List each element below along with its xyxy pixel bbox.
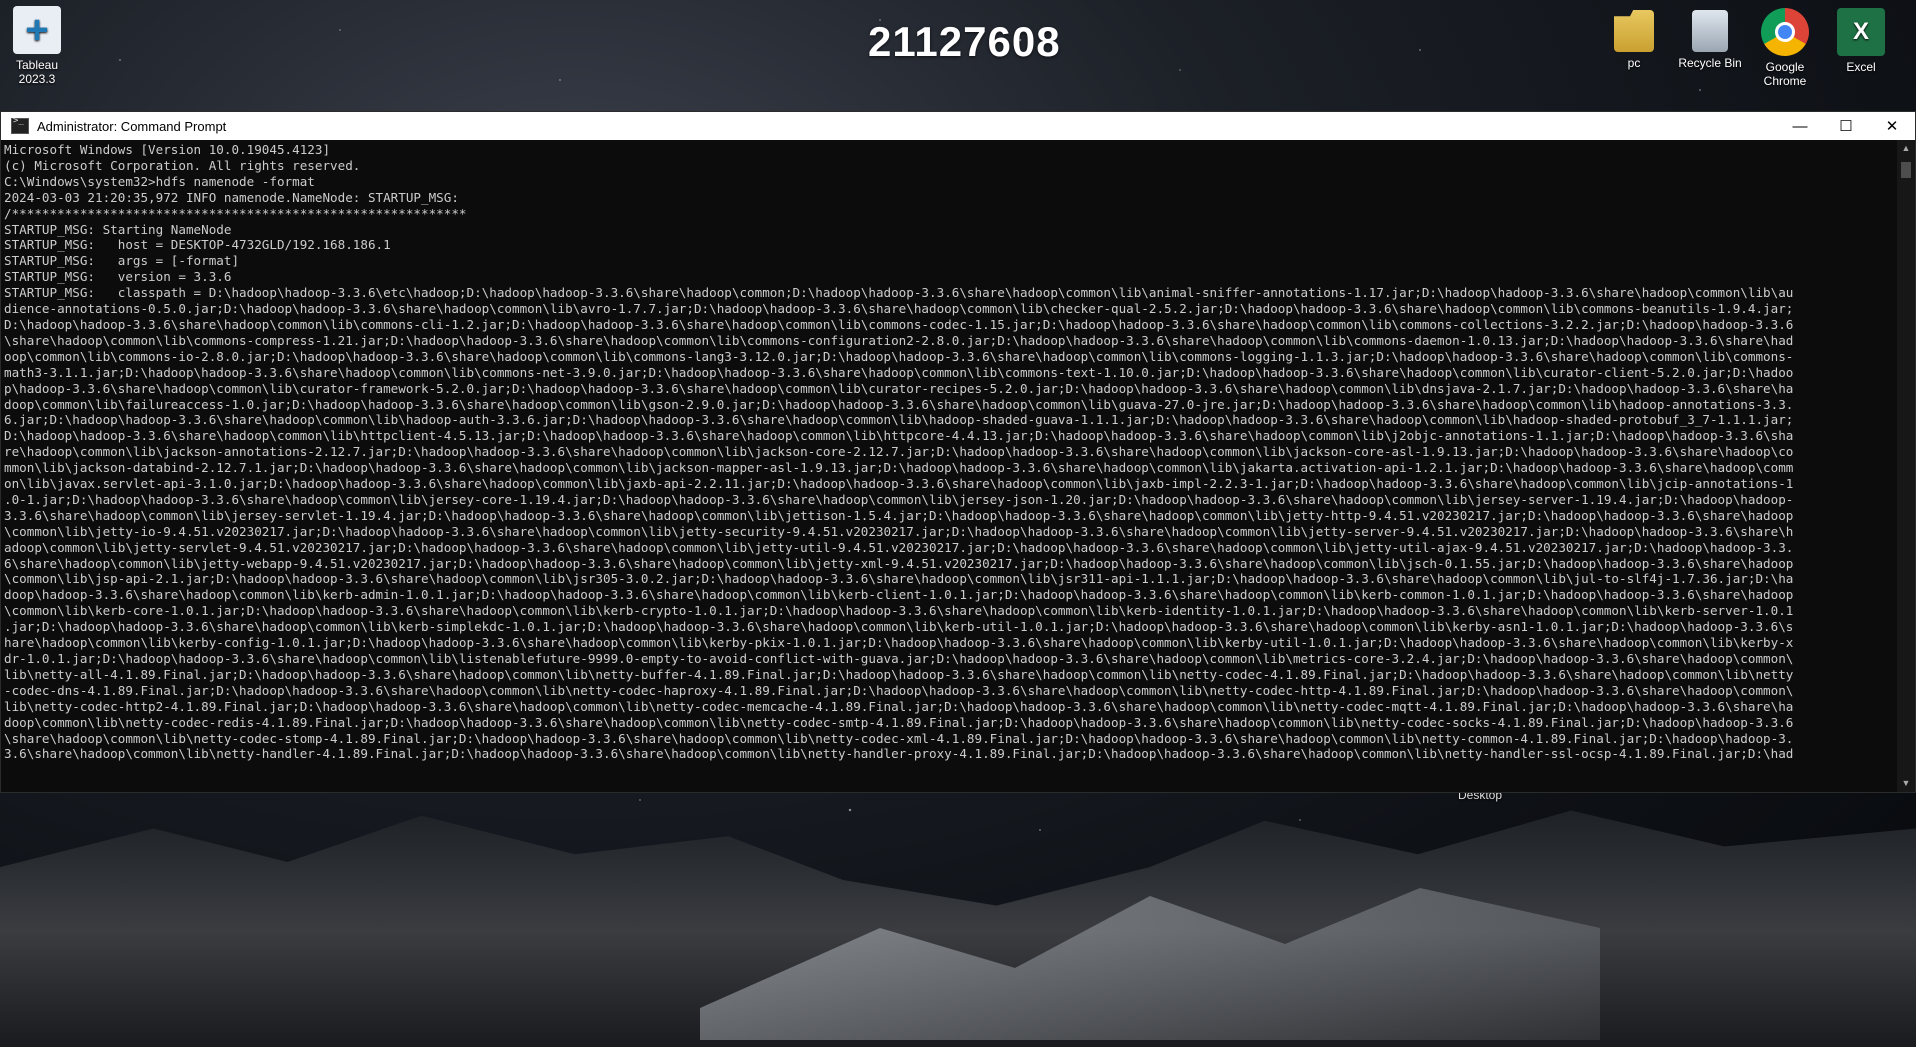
desktop-icon-label: Excel xyxy=(1846,60,1876,74)
console-line: 2024-03-03 21:20:35,972 INFO namenode.Na… xyxy=(4,189,459,205)
console-line: -codec-dns-4.1.89.Final.jar;D:\hadoop\ha… xyxy=(4,682,1794,698)
console-line: oop\common\lib\commons-io-2.8.0.jar;D:\h… xyxy=(4,348,1794,364)
excel-icon: X xyxy=(1837,8,1885,56)
console-line: p\hadoop-3.3.6\share\hadoop\common\lib\c… xyxy=(4,380,1794,396)
console-output[interactable]: Microsoft Windows [Version 10.0.19045.41… xyxy=(1,140,1897,792)
console-line: 6\share\hadoop\common\lib\jetty-webapp-9… xyxy=(4,555,1794,571)
console-line: .jar;D:\hadoop\hadoop-3.3.6\share\hadoop… xyxy=(4,619,1794,635)
scroll-thumb[interactable] xyxy=(1901,162,1911,178)
desktop-overlay-number: 21127608 xyxy=(868,18,1061,65)
console-line: hare\hadoop\common\lib\kerby-config-1.0.… xyxy=(4,635,1794,651)
console-line: /***************************************… xyxy=(4,205,467,221)
console-line: 6.jar;D:\hadoop\hadoop-3.3.6\share\hadoo… xyxy=(4,412,1794,428)
console-line: .0-1.jar;D:\hadoop\hadoop-3.3.6\share\ha… xyxy=(4,491,1794,507)
close-button[interactable]: ✕ xyxy=(1869,112,1915,140)
maximize-button[interactable]: ☐ xyxy=(1823,112,1869,140)
console-line: doop\common\lib\netty-codec-redis-4.1.89… xyxy=(4,714,1794,730)
window-titlebar[interactable]: Administrator: Command Prompt — ☐ ✕ xyxy=(1,112,1915,140)
vertical-scrollbar[interactable]: ▲ ▼ xyxy=(1897,140,1915,792)
console-line: on\lib\javax.servlet-api-3.1.0.jar;D:\ha… xyxy=(4,476,1794,492)
desktop-icon-tableau[interactable]: Tableau 2023.3 xyxy=(4,6,70,86)
console-line: STARTUP_MSG: version = 3.3.6 xyxy=(4,269,232,285)
console-line: dience-annotations-0.5.0.jar;D:\hadoop\h… xyxy=(4,301,1794,317)
desktop-icon-chrome[interactable]: Google Chrome xyxy=(1752,8,1818,88)
console-line: STARTUP_MSG: args = [-format] xyxy=(4,253,240,269)
desktop-icon-pc[interactable]: pc xyxy=(1601,10,1667,70)
desktop-icon-label: Recycle Bin xyxy=(1678,56,1742,70)
console-line: Microsoft Windows [Version 10.0.19045.41… xyxy=(4,142,331,157)
desktop-icon-label: pc xyxy=(1627,56,1641,70)
console-line: \share\hadoop\common\lib\netty-codec-sto… xyxy=(4,730,1794,746)
console-line: \common\lib\jetty-io-9.4.51.v20230217.ja… xyxy=(4,523,1794,539)
console-line: \share\hadoop\common\lib\commons-compres… xyxy=(4,332,1794,348)
console-line: (c) Microsoft Corporation. All rights re… xyxy=(4,157,361,173)
minimize-button[interactable]: — xyxy=(1777,112,1823,140)
console-line: doop\hadoop-3.3.6\share\hadoop\common\li… xyxy=(4,587,1794,603)
console-line: STARTUP_MSG: Starting NameNode xyxy=(4,221,232,237)
scroll-up-arrow-icon[interactable]: ▲ xyxy=(1897,140,1915,157)
console-line: doop\common\lib\failureaccess-1.0.jar;D:… xyxy=(4,396,1794,412)
console-line: 3.3.6\share\hadoop\common\lib\jersey-ser… xyxy=(4,507,1794,523)
command-prompt-window[interactable]: Administrator: Command Prompt — ☐ ✕ Micr… xyxy=(0,111,1916,793)
console-line: \common\lib\kerb-core-1.0.1.jar;D:\hadoo… xyxy=(4,603,1794,619)
cmd-app-icon xyxy=(11,116,29,134)
console-line: D:\hadoop\hadoop-3.3.6\share\hadoop\comm… xyxy=(4,428,1794,444)
window-title: Administrator: Command Prompt xyxy=(37,118,227,134)
desktop-icon-excel[interactable]: X Excel xyxy=(1828,8,1894,74)
desktop-icon-label: Google Chrome xyxy=(1763,60,1807,88)
desktop-icon-recycle-bin[interactable]: Recycle Bin xyxy=(1677,10,1743,70)
console-line: mmon\lib\jackson-databind-2.12.7.1.jar;D… xyxy=(4,460,1794,476)
console-line: lib\netty-all-4.1.89.Final.jar;D:\hadoop… xyxy=(4,666,1794,682)
console-line: C:\Windows\system32>hdfs namenode -forma… xyxy=(4,173,315,189)
console-line: lib\netty-codec-http2-4.1.89.Final.jar;D… xyxy=(4,698,1794,714)
tableau-app-icon xyxy=(13,6,61,54)
console-line: STARTUP_MSG: host = DESKTOP-4732GLD/192.… xyxy=(4,237,391,253)
console-line: dr-1.0.1.jar;D:\hadoop\hadoop-3.3.6\shar… xyxy=(4,651,1794,666)
console-line: \common\lib\jsp-api-2.1.jar;D:\hadoop\ha… xyxy=(4,571,1794,587)
console-line: D:\hadoop\hadoop-3.3.6\share\hadoop\comm… xyxy=(4,316,1794,332)
console-line: math3-3.1.1.jar;D:\hadoop\hadoop-3.3.6\s… xyxy=(4,364,1794,380)
console-line: re\hadoop\common\lib\jackson-annotations… xyxy=(4,444,1794,460)
pc-folder-icon xyxy=(1614,10,1654,52)
recycle-bin-icon xyxy=(1692,10,1728,52)
console-line: 3.6\share\hadoop\common\lib\netty-handle… xyxy=(4,746,1794,762)
desktop-icon-label: Tableau 2023.3 xyxy=(15,58,59,86)
chrome-icon xyxy=(1761,8,1809,56)
console-line: STARTUP_MSG: classpath = D:\hadoop\hadoo… xyxy=(4,285,1794,301)
scroll-down-arrow-icon[interactable]: ▼ xyxy=(1897,775,1915,792)
console-line: adoop\common\lib\jetty-servlet-9.4.51.v2… xyxy=(4,539,1794,555)
